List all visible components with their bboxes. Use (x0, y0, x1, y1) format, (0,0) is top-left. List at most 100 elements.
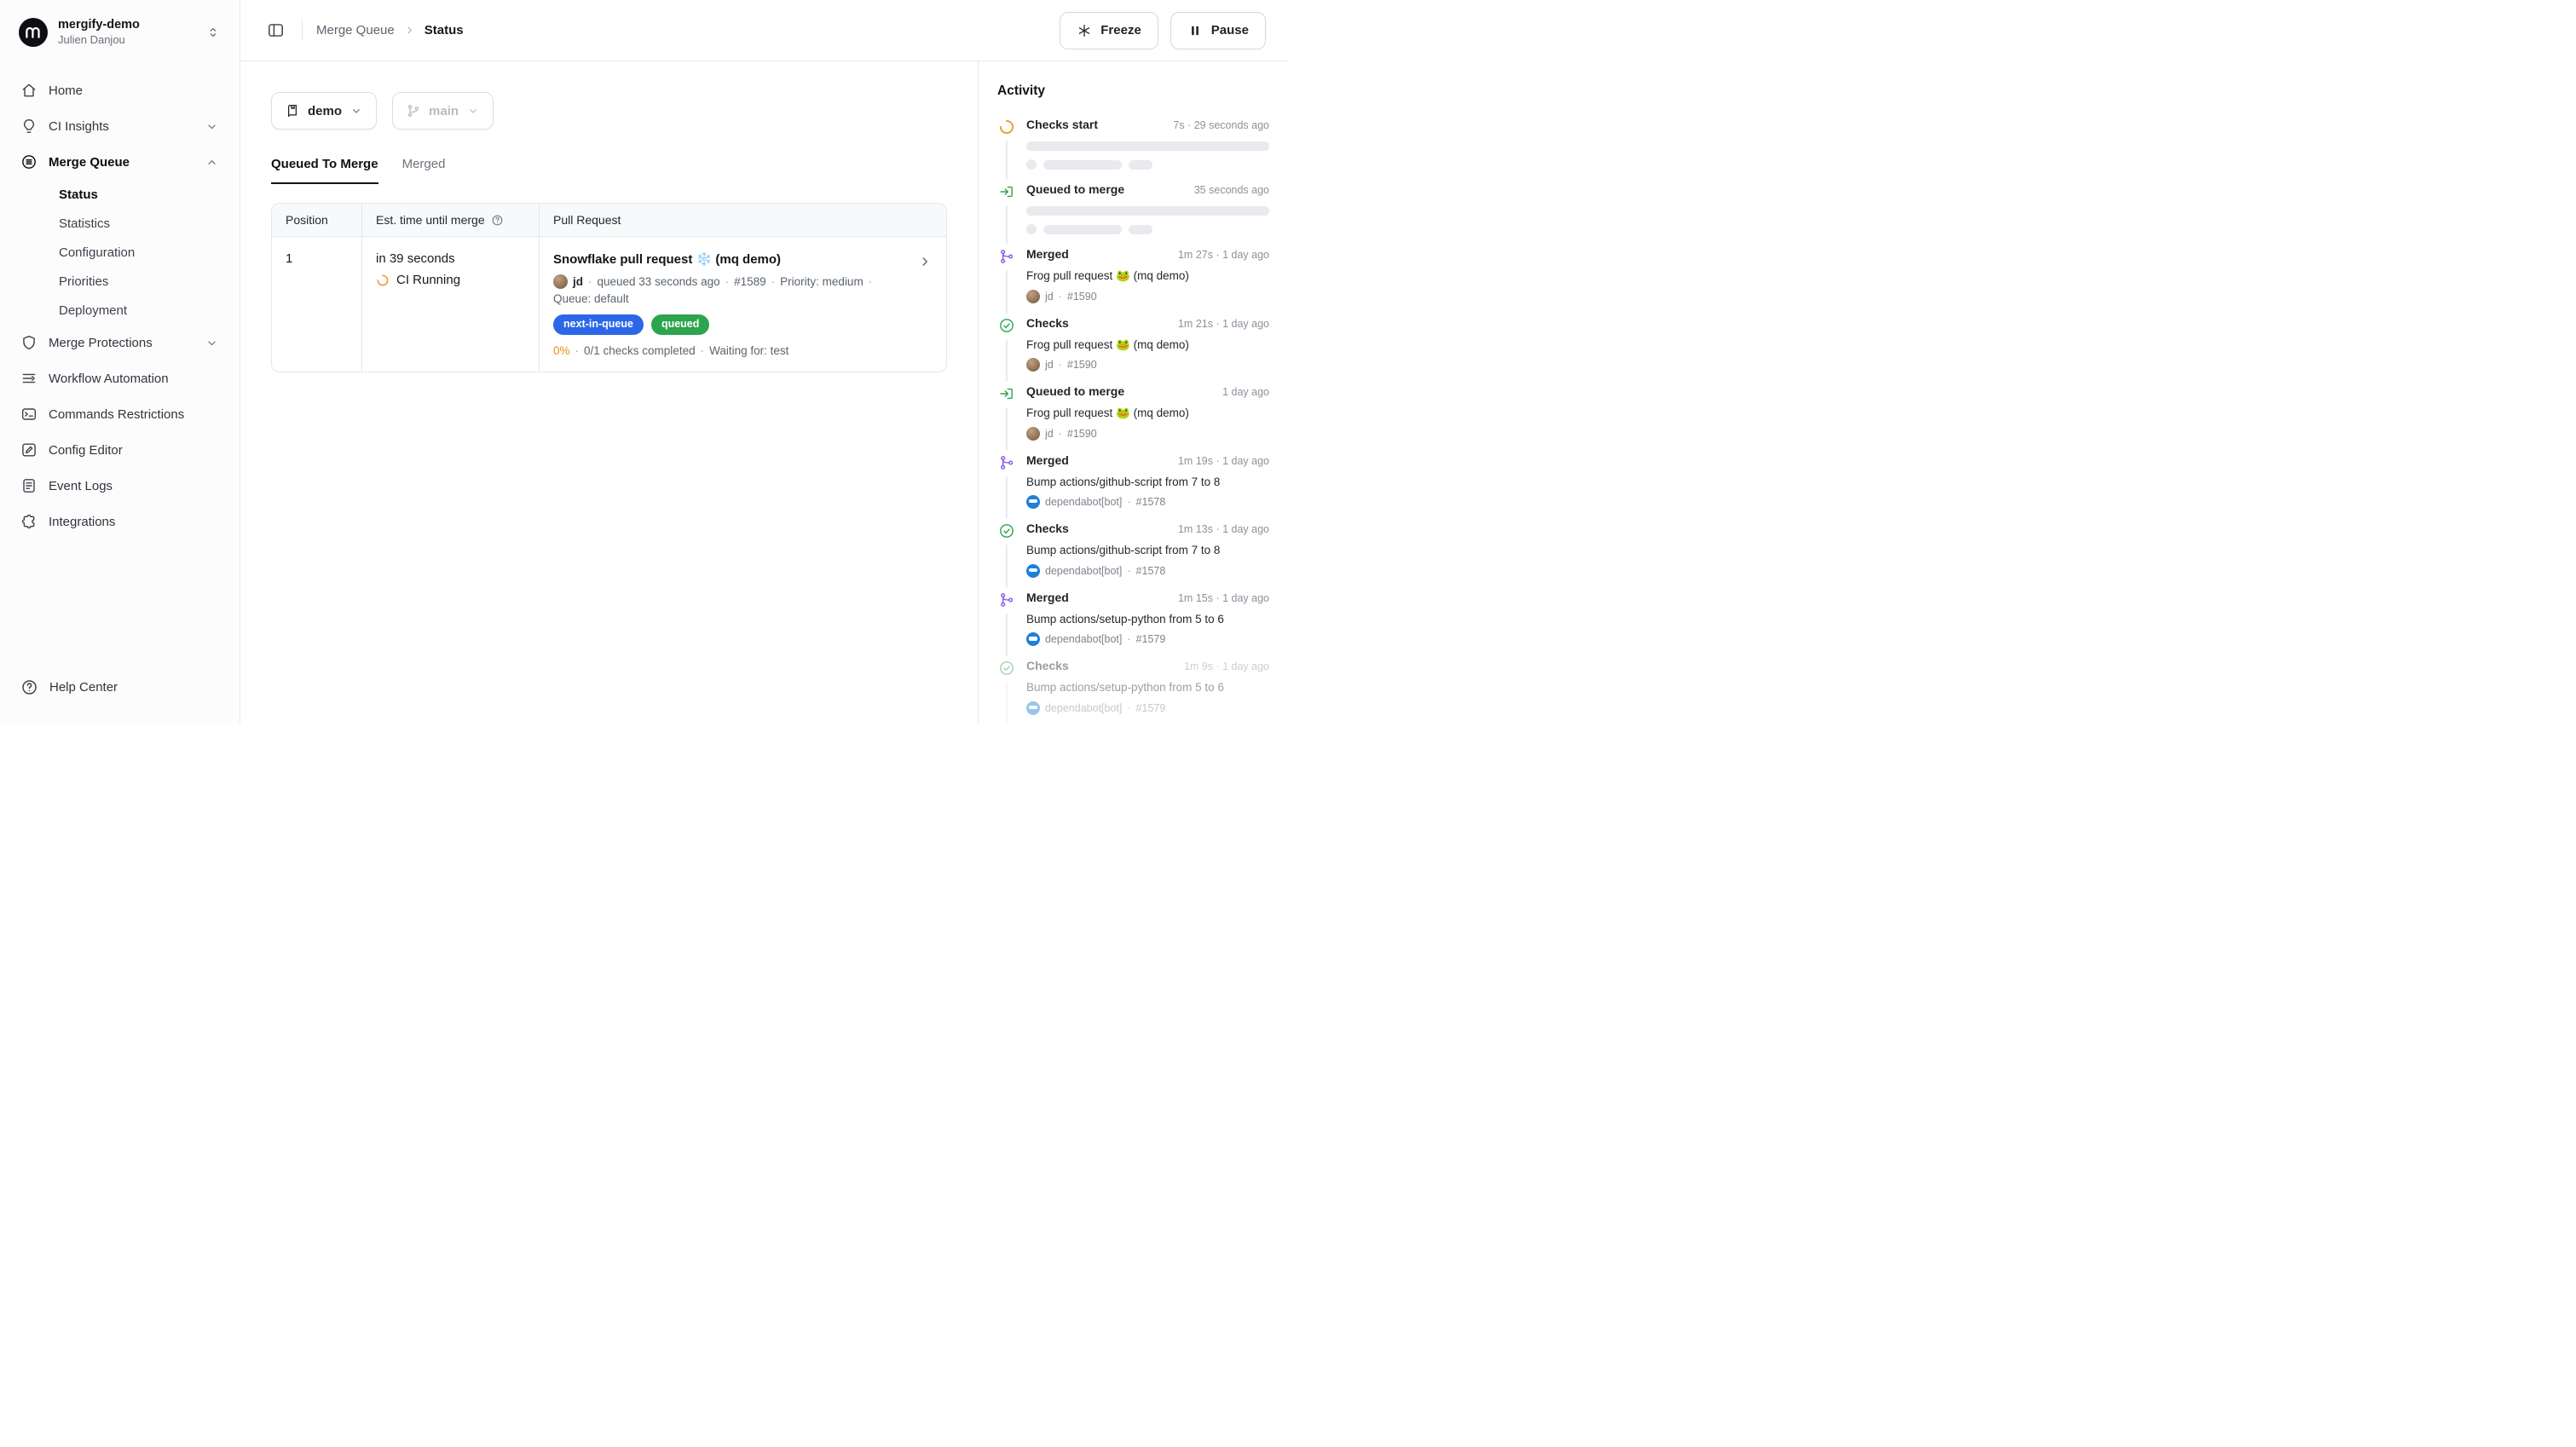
queue-in-icon (997, 182, 1016, 201)
chevron-right-icon (403, 24, 416, 37)
activity-pr-title: Frog pull request 🐸 (mq demo) (1026, 406, 1269, 421)
activity-panel: Activity Checks start 7s · 29 seconds ag… (978, 61, 1288, 724)
breadcrumb: Merge Queue Status (316, 23, 464, 37)
pause-button-label: Pause (1211, 23, 1249, 37)
activity-event-time: 1m 27s · 1 day ago (1178, 249, 1269, 261)
sidebar-subitem[interactable]: Priorities (12, 267, 228, 296)
activity-pr-number: #1579 (1136, 702, 1166, 714)
badge-next-in-queue: next-in-queue (553, 314, 644, 335)
activity-item[interactable]: Queued to merge 35 seconds ago (997, 182, 1269, 247)
activity-item-body: Queued to merge 1 day ago Frog pull requ… (1026, 384, 1269, 441)
sidebar-item-label: Merge Queue (49, 155, 130, 170)
activity-pr-title: Frog pull request 🐸 (mq demo) (1026, 268, 1269, 284)
row-pr-cell: Snowflake pull request ❄️ (mq demo) jd ·… (539, 237, 946, 372)
config-editor-icon (20, 441, 38, 458)
activity-item-head: Checks 1m 21s · 1 day ago (1026, 316, 1269, 330)
merge-queue-subnav: Status Statistics Configuration Prioriti… (12, 180, 228, 325)
row-ci-status-label: CI Running (396, 273, 460, 287)
activity-pr-meta: jd · #1590 (1026, 358, 1269, 372)
activity-pr-title: Bump actions/github-script from 7 to 8 (1026, 475, 1269, 490)
question-circle-icon[interactable] (491, 214, 504, 227)
loading-skeleton (1026, 141, 1269, 170)
pr-badges: next-in-queue queued (553, 314, 902, 335)
activity-item[interactable]: Checks 1m 13s · 1 day ago Bump actions/g… (997, 522, 1269, 591)
activity-item[interactable]: Merged 1m 19s · 1 day ago Bump actions/g… (997, 453, 1269, 522)
ci-insights-icon (20, 118, 38, 135)
activity-event-label: Checks (1026, 522, 1069, 535)
activity-item[interactable]: Queued to merge 1 day ago Frog pull requ… (997, 384, 1269, 453)
sidebar-subitem[interactable]: Configuration (12, 238, 228, 267)
separator: · (1127, 702, 1130, 714)
pr-meta: jd · queued 33 seconds ago · #1589 · Pri… (553, 274, 902, 305)
skeleton-bar (1026, 141, 1269, 151)
sidebar-subitem[interactable]: Deployment (12, 296, 228, 325)
pause-icon (1187, 23, 1203, 38)
repository-selector[interactable]: demo (271, 92, 377, 130)
merge-icon (997, 247, 1016, 266)
selectors: demo main (271, 92, 947, 130)
sidebar-item[interactable]: Merge Protections (12, 325, 228, 360)
sidebar-subitem-label: Statistics (59, 216, 110, 231)
sidebar-subitem[interactable]: Statistics (12, 209, 228, 238)
sidebar-subitem[interactable]: Status (12, 180, 228, 209)
avatar (1026, 632, 1040, 646)
pause-button[interactable]: Pause (1170, 12, 1266, 49)
sidebar-item[interactable]: Commands Restrictions (12, 396, 228, 432)
skeleton-bar (1129, 160, 1152, 170)
activity-item[interactable]: Checks 1m 21s · 1 day ago Frog pull requ… (997, 316, 1269, 385)
activity-pr-author: jd (1045, 428, 1054, 440)
row-eta: in 39 seconds (376, 251, 525, 266)
content: demo main Queued To Merge (240, 61, 1288, 724)
activity-event-time: 1m 21s · 1 day ago (1178, 318, 1269, 330)
skeleton-bar (1043, 225, 1122, 234)
separator: · (588, 275, 592, 288)
breadcrumb-merge-queue[interactable]: Merge Queue (316, 23, 395, 37)
activity-pr-number: #1590 (1067, 359, 1097, 371)
sidebar-item[interactable]: Integrations (12, 504, 228, 539)
help-center-link[interactable]: Help Center (12, 670, 228, 705)
sidebar-item[interactable]: Home (12, 72, 228, 108)
spinner-icon (376, 274, 390, 287)
pr-author: jd (573, 275, 583, 288)
check-circle-icon (997, 316, 1016, 335)
pr-queue-name: Queue: default (553, 292, 629, 305)
chevron-right-icon[interactable] (917, 254, 933, 269)
sidebar-toggle-button[interactable] (263, 18, 288, 43)
avatar (1026, 358, 1040, 372)
activity-pr-title: Bump actions/setup-python from 5 to 6 (1026, 612, 1269, 627)
activity-item[interactable]: Checks 1m 9s · 1 day ago Bump actions/se… (997, 659, 1269, 724)
sidebar-item[interactable]: CI Insights (12, 108, 228, 144)
activity-pr-author: jd (1045, 291, 1054, 303)
separator: · (1127, 565, 1130, 577)
workflow-icon (20, 370, 38, 387)
row-eta-cell: in 39 seconds CI Running (361, 237, 539, 372)
queue-row[interactable]: 1 in 39 seconds CI Running Snowfla (272, 237, 946, 372)
sidebar-item[interactable]: Config Editor (12, 432, 228, 468)
tab[interactable]: Queued To Merge (271, 157, 378, 184)
activity-event-label: Merged (1026, 247, 1069, 261)
activity-pr-author: jd (1045, 359, 1054, 371)
sidebar-item[interactable]: Event Logs (12, 468, 228, 504)
activity-item[interactable]: Checks start 7s · 29 seconds ago (997, 118, 1269, 182)
repository-selector-value: demo (308, 104, 342, 118)
activity-item[interactable]: Merged 1m 15s · 1 day ago Bump actions/s… (997, 591, 1269, 660)
tab-label: Merged (402, 157, 446, 171)
help-center-label: Help Center (49, 680, 118, 695)
row-ci-status: CI Running (376, 273, 525, 287)
sidebar-item-label: Merge Protections (49, 336, 153, 350)
integrations-icon (20, 513, 38, 530)
tab[interactable]: Merged (402, 157, 446, 184)
sidebar-item[interactable]: Merge Queue (12, 144, 228, 180)
activity-event-label: Merged (1026, 453, 1069, 467)
workspace-selector[interactable]: mergify-demo Julien Danjou (12, 12, 228, 52)
freeze-button[interactable]: Freeze (1060, 12, 1158, 49)
queue-table: Position Est. time until merge Pull Requ… (271, 203, 947, 372)
sidebar-item[interactable]: Workflow Automation (12, 360, 228, 396)
sidebar-subitem-label: Configuration (59, 245, 135, 260)
activity-event-time: 1 day ago (1222, 386, 1269, 398)
loading-skeleton (1026, 206, 1269, 234)
branch-selector[interactable]: main (392, 92, 494, 130)
separator: · (869, 275, 873, 288)
activity-event-label: Checks (1026, 316, 1069, 330)
activity-item[interactable]: Merged 1m 27s · 1 day ago Frog pull requ… (997, 247, 1269, 316)
